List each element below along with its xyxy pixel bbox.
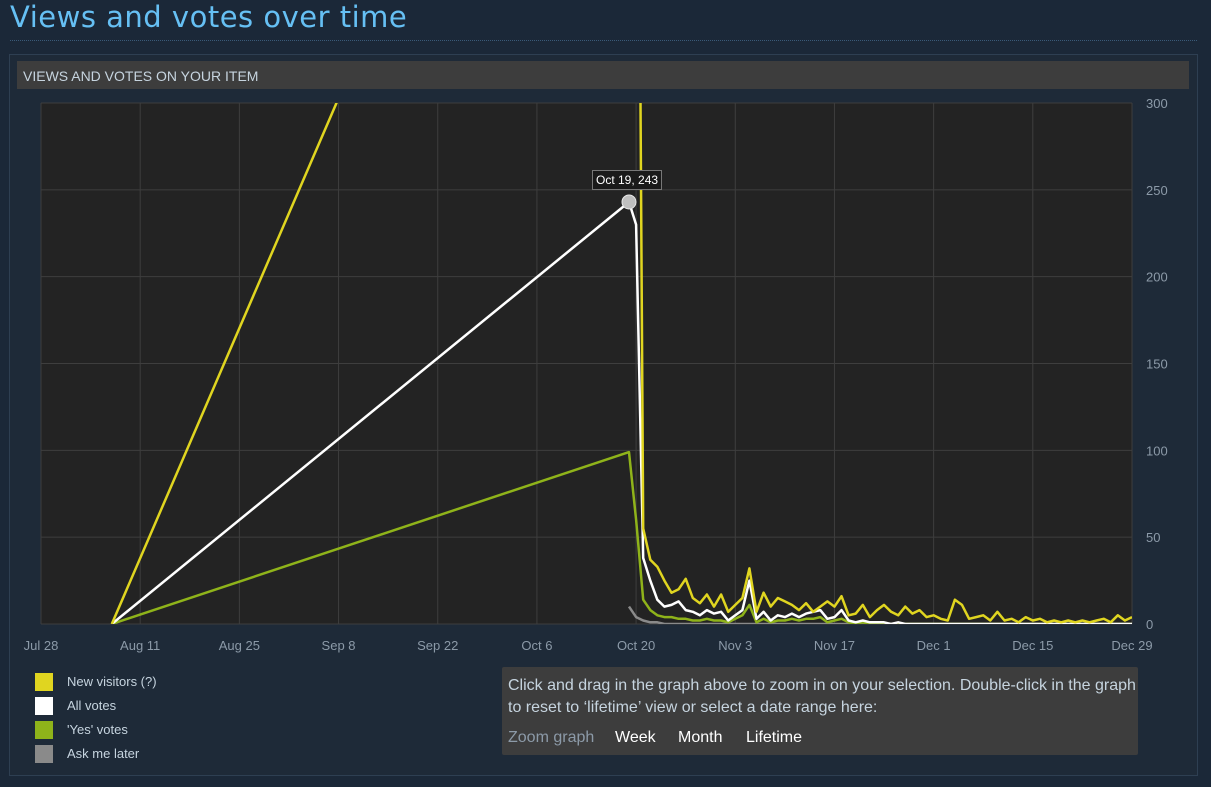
legend-swatch-ask-me-later [35,745,53,763]
zoom-instructions: Click and drag in the graph above to zoo… [508,677,1136,716]
y-tick-label: 100 [1146,443,1168,458]
x-tick-label: Dec 1 [917,638,951,653]
legend-label: 'Yes' votes [67,722,128,737]
zoom-week-link[interactable]: Week [615,729,656,747]
x-tick-label: Oct 20 [617,638,655,653]
y-axis-ticks: 0 50 100 150 200 250 300 [1146,96,1168,632]
legend-label[interactable]: New visitors (?) [67,674,157,689]
zoom-graph-label: Zoom graph [508,729,595,746]
zoom-controls: Click and drag in the graph above to zoo… [502,667,1138,755]
zoom-month-link[interactable]: Month [678,729,722,747]
y-tick-label: 0 [1146,617,1153,632]
y-tick-label: 150 [1146,357,1168,372]
point-tooltip: Oct 19, 243 [592,170,663,190]
y-tick-label: 300 [1146,96,1168,111]
highlight-layer [621,194,637,210]
x-tick-label: Nov 3 [718,638,752,653]
x-tick-label: Dec 29 [1111,638,1152,653]
legend-label: All votes [67,698,117,713]
highlight-point[interactable] [621,194,637,210]
x-tick-label: Aug 25 [219,638,260,653]
legend-swatch-new-visitors [35,673,53,691]
legend-label: Ask me later [67,746,140,761]
x-tick-label: Dec 15 [1012,638,1053,653]
zoom-lifetime-link[interactable]: Lifetime [746,729,802,747]
x-tick-label: Aug 11 [120,638,160,653]
y-tick-label: 50 [1146,530,1160,545]
y-tick-label: 200 [1146,270,1168,285]
legend-swatch-all-votes [35,697,53,715]
legend-swatch-yes-votes [35,721,53,739]
y-tick-label: 250 [1146,183,1168,198]
x-tick-label: Sep 22 [417,638,458,653]
x-tick-label: Sep 8 [322,638,356,653]
x-tick-label: Nov 17 [814,638,855,653]
x-tick-label: Oct 6 [521,638,552,653]
x-axis-ticks: Jul 28 Aug 11 Aug 25 Sep 8 Sep 22 Oct 6 Oct 20… [24,638,1153,653]
x-tick-label: Jul 28 [24,638,59,653]
